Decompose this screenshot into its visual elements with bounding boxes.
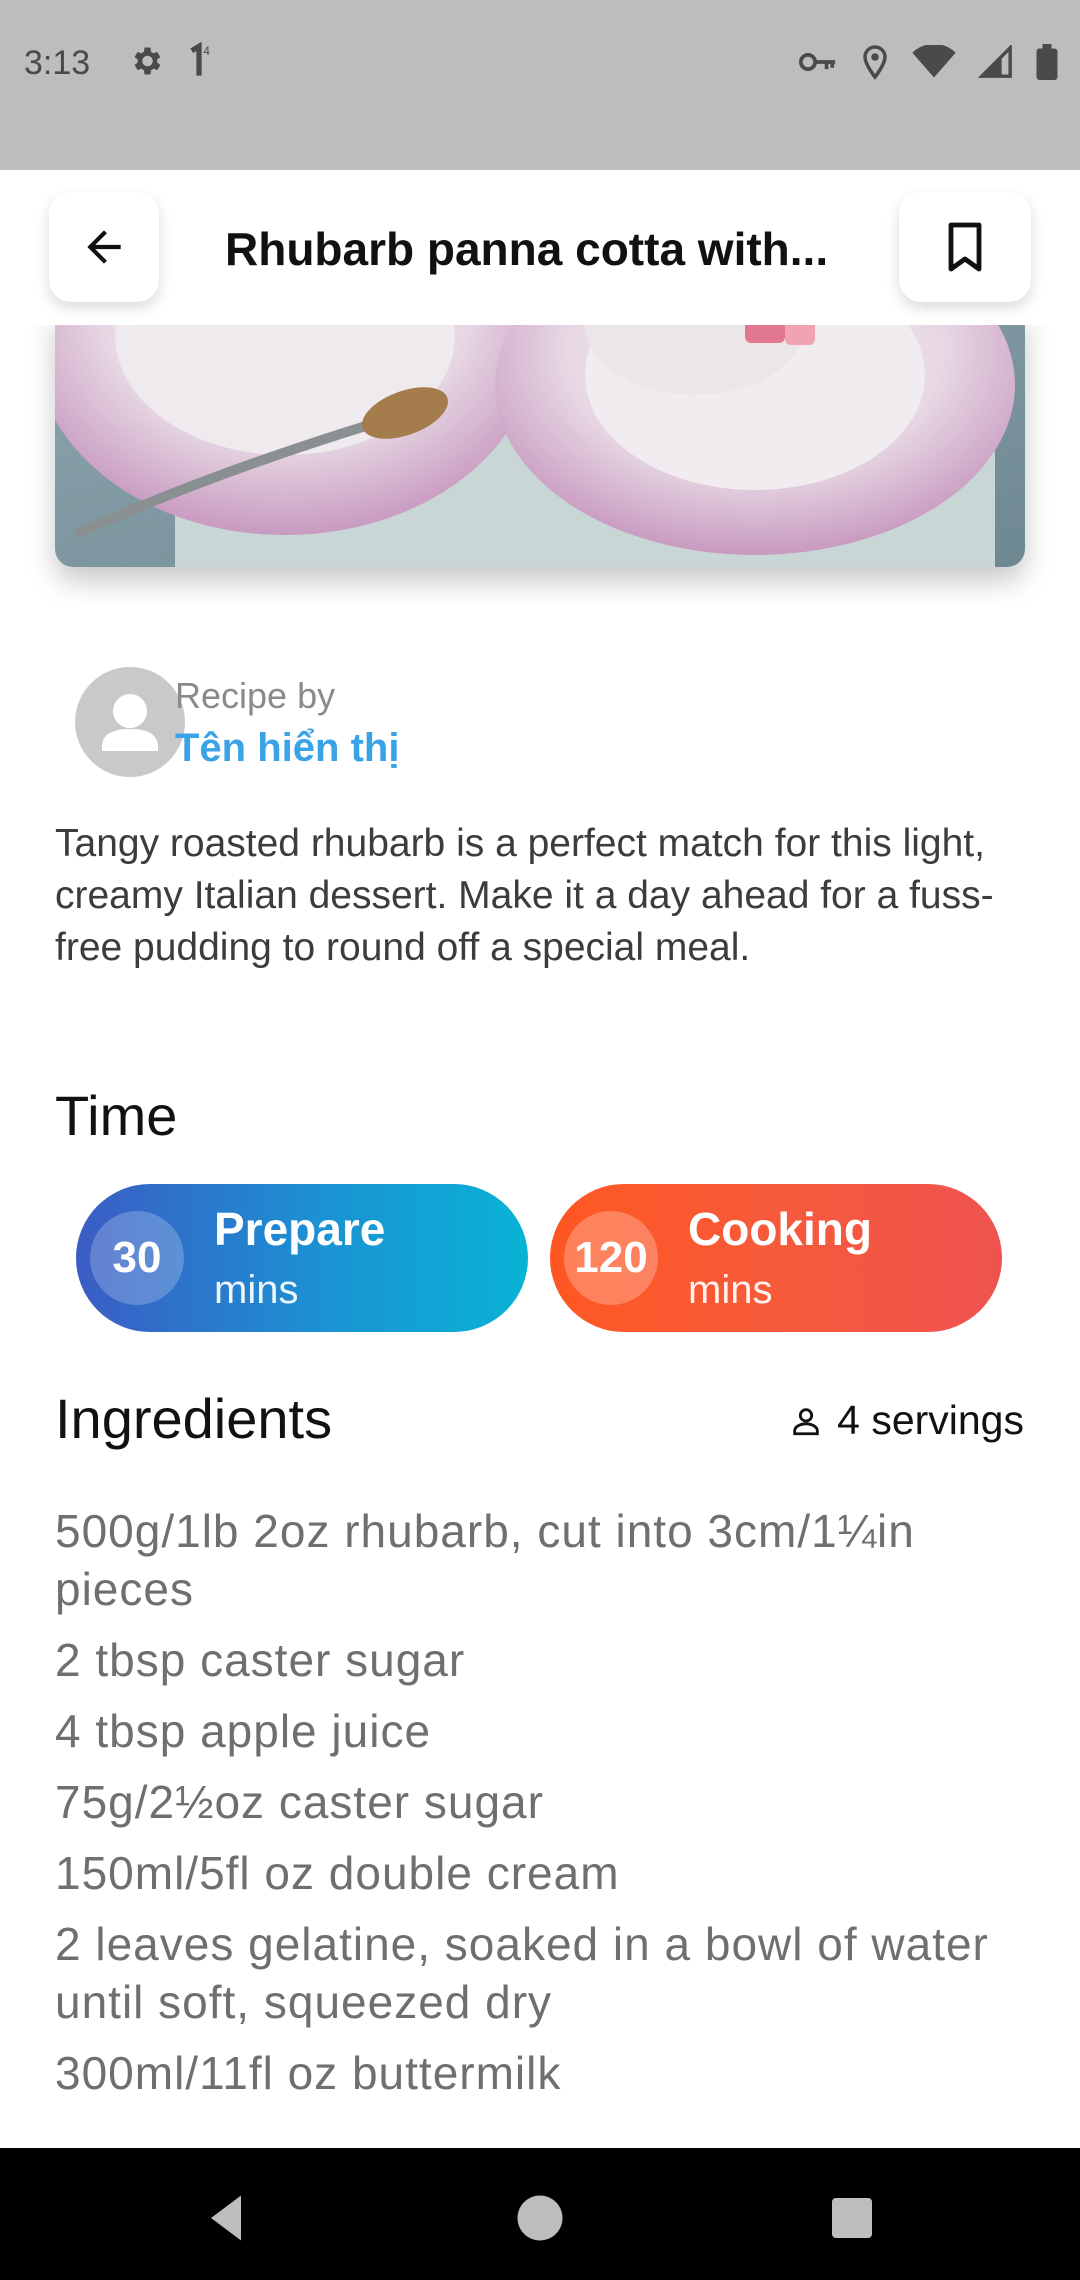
avatar[interactable] [75,667,185,777]
cooking-label: Cooking [688,1203,872,1255]
prepare-time-value: 30 [90,1211,184,1305]
arrow-left-icon [87,230,121,264]
list-item: 300ml/11fl oz buttermilk [55,2047,562,2099]
list-item: 500g/1lb 2oz rhubarb, cut into 3cm/1¼in … [55,1505,915,1615]
status-time: 3:13 [24,44,91,82]
battery-icon [1036,44,1058,80]
home-nav-icon[interactable] [508,2188,572,2248]
wifi-icon [912,45,956,78]
location-icon [863,45,887,80]
cooking-unit: mins [688,1268,773,1312]
settings-icon [134,47,161,75]
list-item: 2 leaves gelatine, soaked in a bowl of w… [55,1918,989,2028]
servings-indicator: 4 servings [789,1397,1024,1444]
list-item: 150ml/5fl oz double cream [55,1847,620,1899]
list-item: 4 tbsp apple juice [55,1705,432,1757]
prepare-time-card: 30 Prepare mins [76,1184,528,1332]
status-bar: 3:13 4 [0,0,1080,170]
signal-one-icon: 4 [190,42,210,76]
cooking-time-value: 120 [564,1211,658,1305]
cooking-time-card: 120 Cooking mins [550,1184,1002,1332]
back-nav-icon[interactable] [196,2188,256,2248]
prepare-unit: mins [214,1268,299,1312]
status-right-icons [798,44,1058,80]
recipe-hero-image [55,305,1025,567]
person-outline-icon [793,1407,819,1435]
ingredients-heading: Ingredients [55,1387,333,1450]
author-name-link[interactable]: Tên hiển thị [175,726,399,771]
app-bar: Rhubarb panna cotta with... [25,170,1055,325]
recipe-by-label: Recipe by [175,675,336,716]
time-heading: Time [55,1084,178,1147]
prepare-label: Prepare [214,1203,386,1255]
recipe-description: Tangy roasted rhubarb is a perfect match… [55,822,994,969]
list-item: 75g/2½oz caster sugar [55,1776,544,1828]
person-icon [102,694,158,751]
system-nav-bar [0,2148,1080,2280]
recents-nav-icon[interactable] [822,2188,882,2248]
ingredients-list: 500g/1lb 2oz rhubarb, cut into 3cm/1¼in … [55,1502,1035,2115]
vpn-key-icon [799,53,836,71]
bookmark-icon [948,222,982,272]
back-button[interactable] [49,192,159,302]
servings-text: 4 servings [837,1397,1024,1443]
status-left-icons: 4 [128,42,214,80]
svg-text:4: 4 [203,45,210,58]
list-item: 2 tbsp caster sugar [55,1634,466,1686]
bookmark-button[interactable] [899,192,1031,302]
cell-signal-icon [978,45,1012,78]
page-title: Rhubarb panna cotta with... [225,223,829,275]
